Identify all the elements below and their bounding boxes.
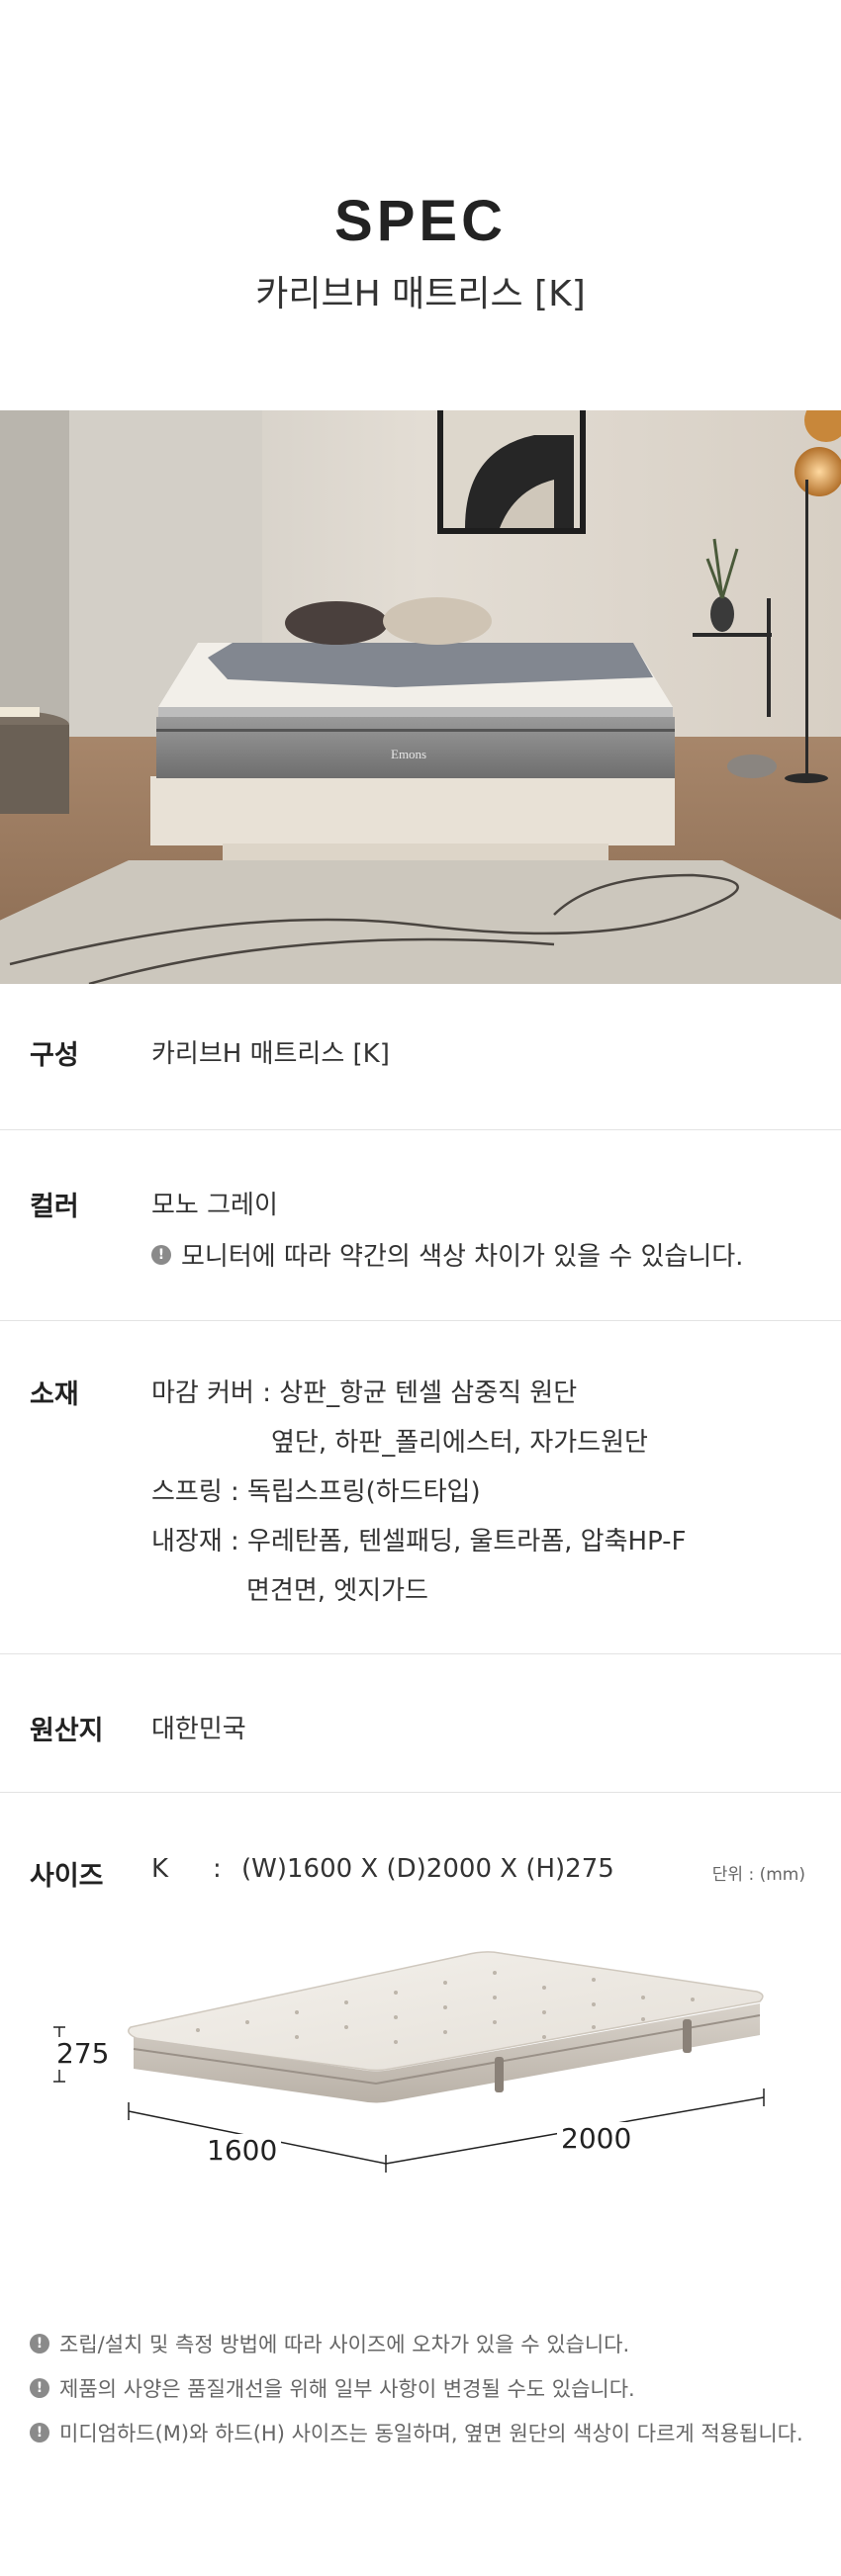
material-line: 옆단, 하판_폴리에스터, 자가드원단 (271, 1428, 648, 1458)
size-value: (W)1600 X (D)2000 X (H)275 (241, 1854, 614, 1884)
divider (0, 1129, 841, 1130)
spec-label-material: 소재 (30, 1379, 79, 1410)
exclamation-circle-icon: ! (30, 2378, 49, 2398)
exclamation-circle-icon: ! (30, 2334, 49, 2354)
divider (0, 1792, 841, 1793)
spec-value-color: 모노 그레이 (151, 1191, 278, 1220)
divider (0, 1320, 841, 1321)
size-unit: 단위 : (mm) (711, 1865, 805, 1885)
footnote-item: ! 미디엄하드(M)와 하드(H) 사이즈는 동일하며, 옆면 원단의 색상이 … (30, 2418, 821, 2447)
material-line: 마감 커버 : 상판_항균 텐셀 삼중직 원단 (151, 1378, 578, 1408)
product-subtitle: 카리브H 매트리스 [K] (255, 274, 586, 314)
mattress-brand-label: Emons (391, 747, 426, 761)
dimension-width: 1600 (203, 2134, 282, 2167)
footnotes: ! 조립/설치 및 측정 방법에 따라 사이즈에 오차가 있을 수 있습니다. … (30, 2329, 821, 2462)
size-diagram: 275 1600 2000 (0, 1928, 841, 2294)
color-note-text: 모니터에 따라 약간의 색상 차이가 있을 수 있습니다. (181, 1242, 744, 1272)
spec-label-origin: 원산지 (30, 1716, 104, 1746)
footnote-text: 미디엄하드(M)와 하드(H) 사이즈는 동일하며, 옆면 원단의 색상이 다르… (59, 2422, 803, 2445)
footnote-item: ! 조립/설치 및 측정 방법에 따라 사이즈에 오차가 있을 수 있습니다. (30, 2329, 821, 2358)
material-line: 스프링 : 독립스프링(하드타입) (151, 1477, 481, 1507)
spec-label-color: 컬러 (30, 1192, 79, 1222)
spec-value-origin: 대한민국 (151, 1715, 246, 1744)
dimension-depth: 2000 (557, 2122, 636, 2155)
material-line: 내장재 : 우레탄폼, 텐셀패딩, 울트라폼, 압축HP-F (151, 1527, 687, 1556)
size-code: K (151, 1854, 169, 1884)
exclamation-circle-icon: ! (30, 2423, 49, 2443)
dimension-height: 275 (54, 2037, 112, 2070)
spec-label-size: 사이즈 (30, 1861, 104, 1892)
footnote-item: ! 제품의 사양은 품질개선을 위해 일부 사항이 변경될 수도 있습니다. (30, 2373, 821, 2403)
spec-value-composition: 카리브H 매트리스 [K] (151, 1039, 390, 1069)
material-line: 면견면, 엣지가드 (246, 1576, 428, 1606)
footnote-text: 조립/설치 및 측정 방법에 따라 사이즈에 오차가 있을 수 있습니다. (59, 2333, 630, 2356)
color-note: ! 모니터에 따라 약간의 색상 차이가 있을 수 있습니다. (151, 1236, 743, 1273)
divider (0, 1653, 841, 1654)
size-separator: : (213, 1854, 222, 1884)
product-scene-image: Emons (0, 410, 841, 984)
page-title: SPEC (334, 189, 507, 253)
spec-page: SPEC 카리브H 매트리스 [K] Emons 구성 카리브H 매트리스 [K… (0, 0, 841, 2576)
mattress-dimension-drawing (53, 1951, 765, 2173)
footnote-text: 제품의 사양은 품질개선을 위해 일부 사항이 변경될 수도 있습니다. (59, 2377, 635, 2401)
exclamation-circle-icon: ! (151, 1244, 171, 1265)
spec-label-composition: 구성 (30, 1040, 79, 1071)
